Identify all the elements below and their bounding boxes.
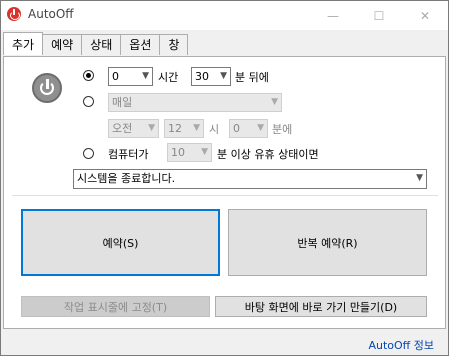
minimize-button[interactable]: — <box>310 1 356 30</box>
chevron-down-icon: ▼ <box>142 71 149 81</box>
hour-select[interactable]: 12 ▼ <box>164 119 204 138</box>
chevron-down-icon: ▼ <box>220 71 227 81</box>
repeat-reserve-button[interactable]: 반복 예약(R) <box>228 209 427 276</box>
hours-label: 시간 <box>158 71 179 84</box>
action-select[interactable]: 시스템을 종료합니다. ▼ <box>73 169 427 189</box>
chevron-down-icon: ▼ <box>148 123 155 133</box>
tab-window[interactable]: 창 <box>159 34 189 55</box>
hour-label: 시 <box>209 123 220 136</box>
minute-label: 분에 <box>272 123 293 136</box>
idle-prefix-label: 컴퓨터가 <box>108 148 149 161</box>
tab-options[interactable]: 옵션 <box>120 34 161 55</box>
ampm-select[interactable]: 오전 ▼ <box>108 119 159 138</box>
idle-suffix-label: 분 이상 유휴 상태이면 <box>217 148 319 161</box>
divider <box>12 195 438 196</box>
chevron-down-icon: ▼ <box>257 123 264 133</box>
tab-bar: 추가 예약 상태 옵션 창 <box>3 32 189 56</box>
idle-minutes-select[interactable]: 10 ▼ <box>167 143 212 162</box>
desktop-shortcut-button[interactable]: 바탕 화면에 바로 가기 만들기(D) <box>215 296 427 317</box>
title-bar: AutoOff — ☐ ✕ <box>1 1 448 30</box>
tab-add[interactable]: 추가 <box>3 32 44 55</box>
countdown-radio[interactable] <box>83 70 94 81</box>
about-link[interactable]: AutoOff 정보 <box>368 337 434 353</box>
repeat-select[interactable]: 매일 ▼ <box>108 93 282 112</box>
close-button[interactable]: ✕ <box>402 1 448 30</box>
app-window: AutoOff — ☐ ✕ 추가 예약 상태 옵션 창 0 ▼ 시간 30 ▼ 분 … <box>0 0 449 356</box>
minute-select[interactable]: 0 ▼ <box>229 119 268 138</box>
chevron-down-icon: ▼ <box>271 97 278 107</box>
chevron-down-icon: ▼ <box>193 123 200 133</box>
minutes-after-label: 분 뒤에 <box>235 71 269 84</box>
schedule-radio[interactable] <box>83 96 94 107</box>
window-title: AutoOff <box>28 7 74 21</box>
tab-reservations[interactable]: 예약 <box>42 34 83 55</box>
idle-radio[interactable] <box>83 148 94 159</box>
minutes-select[interactable]: 30 ▼ <box>191 67 231 86</box>
hours-select[interactable]: 0 ▼ <box>108 67 153 86</box>
tab-status[interactable]: 상태 <box>81 34 122 55</box>
power-app-icon <box>7 7 21 21</box>
reserve-button[interactable]: 예약(S) <box>21 209 220 276</box>
add-panel: 0 ▼ 시간 30 ▼ 분 뒤에 매일 ▼ 오전 ▼ 12 ▼ 시 0 ▼ 분에 컴퓨터가 … <box>3 56 446 329</box>
power-icon <box>32 73 62 103</box>
chevron-down-icon: ▼ <box>416 173 423 183</box>
chevron-down-icon: ▼ <box>201 147 208 157</box>
pin-taskbar-button[interactable]: 작업 표시줄에 고정(T) <box>21 296 210 317</box>
maximize-button[interactable]: ☐ <box>356 1 402 30</box>
